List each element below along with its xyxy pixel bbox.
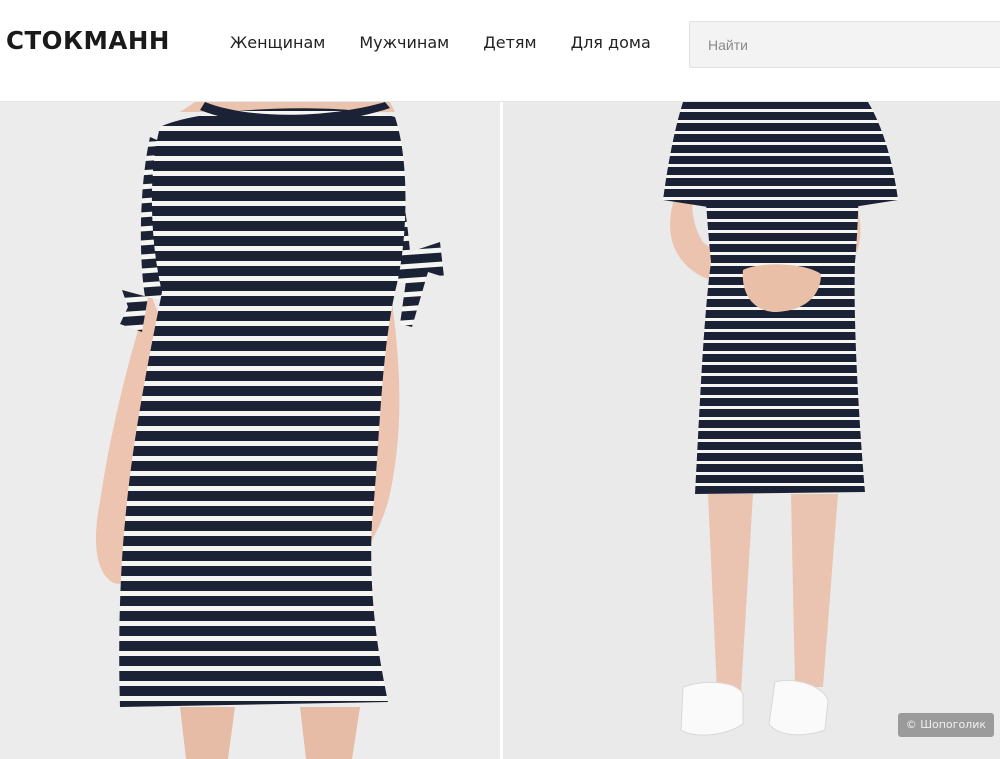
product-photo-full[interactable]	[503, 102, 1000, 759]
nav-item-kids[interactable]: Детям	[483, 33, 536, 52]
product-photo-closeup[interactable]	[0, 102, 500, 759]
product-gallery: © Шопоголик	[0, 102, 1000, 759]
search-box	[689, 21, 1000, 68]
nav-item-women[interactable]: Женщинам	[230, 33, 325, 52]
nav-item-home[interactable]: Для дома	[571, 33, 651, 52]
dress-full-illustration	[503, 102, 1000, 759]
watermark: © Шопоголик	[897, 713, 994, 737]
search-input[interactable]	[690, 22, 1000, 67]
nav-item-men[interactable]: Мужчинам	[359, 33, 449, 52]
logo[interactable]: СТОКМАНН	[6, 26, 170, 55]
dress-closeup-illustration	[0, 102, 500, 759]
site-header: СТОКМАНН Женщинам Мужчинам Детям Для дом…	[0, 0, 1000, 102]
main-nav: Женщинам Мужчинам Детям Для дома	[230, 33, 685, 52]
